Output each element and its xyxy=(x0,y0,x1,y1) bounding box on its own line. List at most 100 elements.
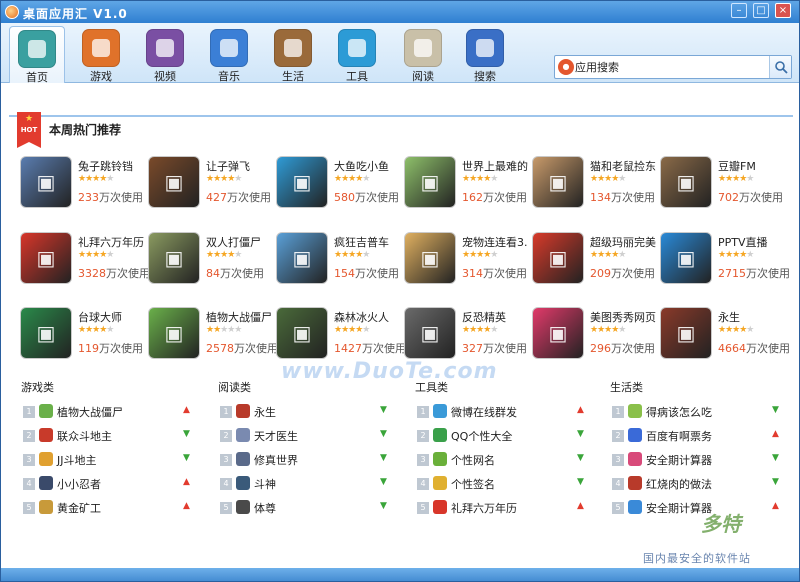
app-icon[interactable]: ▣ xyxy=(404,156,456,208)
ranking-app-name[interactable]: 红烧肉的做法 xyxy=(646,476,712,492)
nav-tab-book[interactable]: 阅读 xyxy=(395,26,451,83)
app-icon[interactable]: ▣ xyxy=(276,156,328,208)
app-card[interactable]: ▣ 美图秀秀网页 ★★★★★ 296万次使用 xyxy=(532,307,657,363)
ranking-row[interactable]: 4 小小忍者 ▲ xyxy=(21,474,196,498)
ranking-app-name[interactable]: 黄金矿工 xyxy=(57,500,101,516)
ranking-row[interactable]: 1 得病该怎么吃 ▼ xyxy=(610,402,785,426)
app-icon[interactable]: ▣ xyxy=(20,156,72,208)
app-icon[interactable]: ▣ xyxy=(276,307,328,359)
search-button[interactable] xyxy=(769,56,791,78)
ranking-row[interactable]: 1 微博在线群发 ▲ xyxy=(415,402,590,426)
app-card[interactable]: ▣ 疯狂吉普车 ★★★★★ 154万次使用 xyxy=(276,232,401,288)
ranking-app-name[interactable]: 修真世界 xyxy=(254,452,298,468)
app-name[interactable]: 美图秀秀网页 xyxy=(590,309,660,325)
ranking-row[interactable]: 5 黄金矿工 ▲ xyxy=(21,498,196,522)
ranking-row[interactable]: 1 植物大战僵尸 ▲ xyxy=(21,402,196,426)
app-name[interactable]: 大鱼吃小鱼 xyxy=(334,158,404,174)
app-name[interactable]: 植物大战僵尸 xyxy=(206,309,276,325)
app-name[interactable]: 反恐精英 xyxy=(462,309,532,325)
app-card[interactable]: ▣ 双人打僵尸 ★★★★★ 84万次使用 xyxy=(148,232,273,288)
app-name[interactable]: 宠物连连看3. xyxy=(462,234,532,250)
nav-tab-film[interactable]: 视频 xyxy=(137,26,193,83)
app-name[interactable]: 兔子跳铃铛 xyxy=(78,158,148,174)
app-name[interactable]: 双人打僵尸 xyxy=(206,234,276,250)
ranking-row[interactable]: 3 个性网名 ▼ xyxy=(415,450,590,474)
app-card[interactable]: ▣ 永生 ★★★★★ 4664万次使用 xyxy=(660,307,790,363)
nav-tab-music-note[interactable]: 音乐 xyxy=(201,26,257,83)
ranking-app-name[interactable]: JJ斗地主 xyxy=(57,452,97,468)
nav-tab-home[interactable]: 首页 xyxy=(9,26,65,84)
ranking-app-name[interactable]: 植物大战僵尸 xyxy=(57,404,123,420)
app-card[interactable]: ▣ 反恐精英 ★★★★★ 327万次使用 xyxy=(404,307,529,363)
app-card[interactable]: ▣ 礼拜六万年历 ★★★★★ 3328万次使用 xyxy=(20,232,150,288)
close-button[interactable]: × xyxy=(775,3,791,18)
app-icon[interactable]: ▣ xyxy=(660,307,712,359)
app-icon[interactable]: ▣ xyxy=(532,307,584,359)
app-card[interactable]: ▣ 兔子跳铃铛 ★★★★★ 233万次使用 xyxy=(20,156,145,212)
app-name[interactable]: 超级玛丽完美 xyxy=(590,234,660,250)
app-icon[interactable]: ▣ xyxy=(20,232,72,284)
ranking-row[interactable]: 1 永生 ▼ xyxy=(218,402,393,426)
ranking-row[interactable]: 5 安全期计算器 ▲ xyxy=(610,498,785,522)
ranking-row[interactable]: 2 联众斗地主 ▼ xyxy=(21,426,196,450)
ranking-app-name[interactable]: 百度有啊票务 xyxy=(646,428,712,444)
app-name[interactable]: 世界上最难的 xyxy=(462,158,532,174)
ranking-app-name[interactable]: 个性网名 xyxy=(451,452,495,468)
ranking-app-name[interactable]: 得病该怎么吃 xyxy=(646,404,712,420)
app-icon[interactable]: ▣ xyxy=(532,232,584,284)
ranking-app-name[interactable]: 天才医生 xyxy=(254,428,298,444)
app-name[interactable]: 让子弹飞 xyxy=(206,158,276,174)
app-name[interactable]: 永生 xyxy=(718,309,788,325)
app-card[interactable]: ▣ 猫和老鼠捡东 ★★★★★ 134万次使用 xyxy=(532,156,657,212)
ranking-row[interactable]: 2 天才医生 ▼ xyxy=(218,426,393,450)
app-card[interactable]: ▣ 宠物连连看3. ★★★★★ 314万次使用 xyxy=(404,232,529,288)
app-name[interactable]: PPTV直播 xyxy=(718,234,788,250)
nav-tab-gamepad[interactable]: 游戏 xyxy=(73,26,129,83)
ranking-app-name[interactable]: 体尊 xyxy=(254,500,276,516)
app-name[interactable]: 森林冰火人 xyxy=(334,309,404,325)
nav-tab-magnifier[interactable]: 搜索 xyxy=(457,26,513,83)
app-name[interactable]: 豆瓣FM xyxy=(718,158,788,174)
ranking-row[interactable]: 3 安全期计算器 ▼ xyxy=(610,450,785,474)
nav-tab-wallet[interactable]: 生活 xyxy=(265,26,321,83)
ranking-app-name[interactable]: 个性签名 xyxy=(451,476,495,492)
app-card[interactable]: ▣ 世界上最难的 ★★★★★ 162万次使用 xyxy=(404,156,529,212)
ranking-row[interactable]: 3 JJ斗地主 ▼ xyxy=(21,450,196,474)
app-card[interactable]: ▣ 植物大战僵尸 ★★★★★ 2578万次使用 xyxy=(148,307,278,363)
app-icon[interactable]: ▣ xyxy=(148,156,200,208)
app-card[interactable]: ▣ 大鱼吃小鱼 ★★★★★ 580万次使用 xyxy=(276,156,401,212)
ranking-row[interactable]: 5 礼拜六万年历 ▲ xyxy=(415,498,590,522)
app-name[interactable]: 疯狂吉普车 xyxy=(334,234,404,250)
ranking-row[interactable]: 4 红烧肉的做法 ▼ xyxy=(610,474,785,498)
ranking-app-name[interactable]: 微博在线群发 xyxy=(451,404,517,420)
ranking-row[interactable]: 5 体尊 ▼ xyxy=(218,498,393,522)
ranking-row[interactable]: 2 百度有啊票务 ▲ xyxy=(610,426,785,450)
app-card[interactable]: ▣ 森林冰火人 ★★★★★ 1427万次使用 xyxy=(276,307,406,363)
ranking-row[interactable]: 4 斗神 ▼ xyxy=(218,474,393,498)
app-name[interactable]: 猫和老鼠捡东 xyxy=(590,158,660,174)
ranking-app-name[interactable]: 小小忍者 xyxy=(57,476,101,492)
ranking-app-name[interactable]: QQ个性大全 xyxy=(451,428,512,444)
app-name[interactable]: 台球大师 xyxy=(78,309,148,325)
nav-tab-monitor[interactable]: 工具 xyxy=(329,26,385,83)
title-bar[interactable]: 桌面应用汇 V1.0 – □ × xyxy=(1,1,799,23)
search-box[interactable]: ● xyxy=(554,55,792,79)
search-input[interactable] xyxy=(575,58,765,76)
app-icon[interactable]: ▣ xyxy=(532,156,584,208)
app-card[interactable]: ▣ 超级玛丽完美 ★★★★★ 209万次使用 xyxy=(532,232,657,288)
ranking-app-name[interactable]: 安全期计算器 xyxy=(646,452,712,468)
app-icon[interactable]: ▣ xyxy=(660,156,712,208)
app-icon[interactable]: ▣ xyxy=(660,232,712,284)
app-icon[interactable]: ▣ xyxy=(404,307,456,359)
app-icon[interactable]: ▣ xyxy=(20,307,72,359)
ranking-app-name[interactable]: 永生 xyxy=(254,404,276,420)
maximize-button[interactable]: □ xyxy=(753,3,769,18)
ranking-row[interactable]: 2 QQ个性大全 ▼ xyxy=(415,426,590,450)
app-icon[interactable]: ▣ xyxy=(148,232,200,284)
app-name[interactable]: 礼拜六万年历 xyxy=(78,234,148,250)
ranking-row[interactable]: 3 修真世界 ▼ xyxy=(218,450,393,474)
minimize-button[interactable]: – xyxy=(731,3,747,18)
ranking-app-name[interactable]: 斗神 xyxy=(254,476,276,492)
app-icon[interactable]: ▣ xyxy=(148,307,200,359)
app-card[interactable]: ▣ 豆瓣FM ★★★★★ 702万次使用 xyxy=(660,156,785,212)
